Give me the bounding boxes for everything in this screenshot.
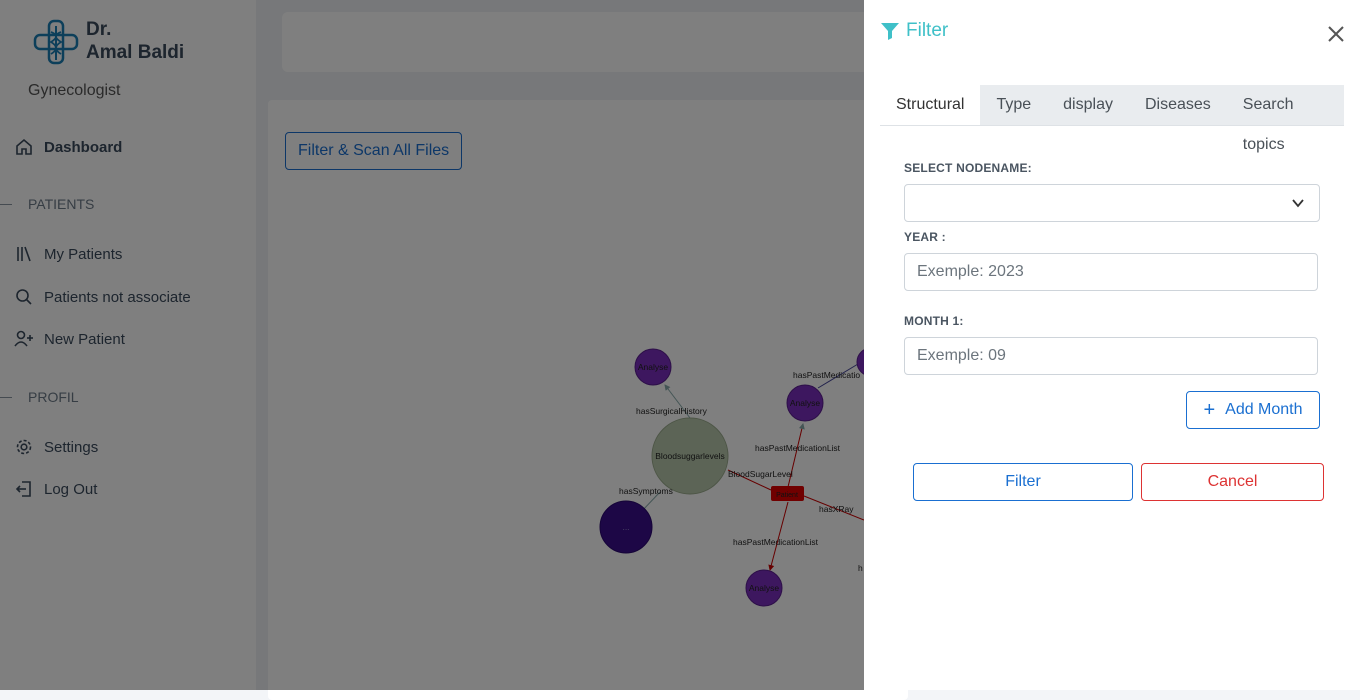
year-label: YEAR : [904,230,946,244]
tab-display[interactable]: display [1047,85,1129,125]
month-input[interactable] [904,337,1318,375]
filter-button[interactable]: Filter [913,463,1133,501]
tab-type[interactable]: Type [980,85,1048,125]
tab-diseases[interactable]: Diseases [1128,85,1227,125]
close-icon[interactable] [1324,22,1348,46]
add-month-button[interactable]: + Add Month [1186,391,1320,429]
month-label: MONTH 1: [904,314,964,328]
year-input[interactable] [904,253,1318,291]
tab-search-topics[interactable]: Search topics [1226,85,1344,153]
nodename-select[interactable] [904,184,1320,222]
filter-panel: Filter Structural Type display Diseases … [864,0,1360,690]
filter-title-label: Filter [906,20,949,41]
add-month-label: Add Month [1225,401,1303,418]
chevron-down-icon [1292,199,1304,208]
filter-icon [881,23,899,40]
tab-structural[interactable]: Structural [880,85,981,125]
nodename-label: SELECT NODENAME: [904,161,1032,175]
modal-backdrop[interactable] [0,0,864,690]
cancel-button[interactable]: Cancel [1141,463,1324,501]
filter-panel-title: Filter [880,20,948,42]
filter-tabs: Structural Type display Diseases Search … [880,85,1344,153]
plus-icon: + [1203,398,1216,421]
